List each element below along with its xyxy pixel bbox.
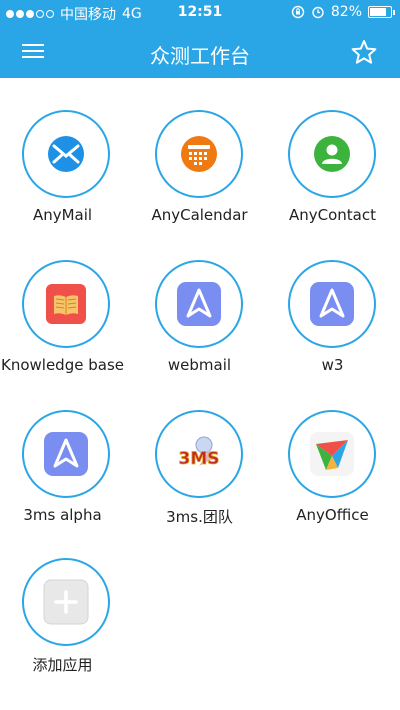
3ms-alpha-arrow-icon (44, 432, 88, 476)
anycontact-icon (314, 136, 350, 172)
app-label: AnyOffice (296, 506, 369, 524)
anymail-icon (48, 136, 84, 172)
app-tile-3ms-team[interactable]: 3MS 3ms.团队 (133, 410, 266, 550)
3ms-team-logo-icon: 3MS (178, 436, 220, 469)
app-label: AnyContact (288, 206, 376, 224)
app-icon-button[interactable] (155, 110, 243, 198)
page-title: 众测工作台 (150, 44, 250, 68)
webmail-arrow-icon (177, 282, 221, 326)
status-bar: 中国移动 4G 12:51 82% (0, 0, 400, 26)
app-tile-anyoffice[interactable]: AnyOffice (266, 410, 399, 550)
add-app-plus-icon (43, 579, 89, 625)
nav-bar: 众测工作台 (0, 28, 400, 78)
battery-icon (368, 6, 395, 18)
add-app-button[interactable] (22, 558, 110, 646)
status-right: 82% (291, 4, 395, 20)
knowledge-base-book-icon (46, 284, 86, 324)
app-tile-w3[interactable]: w3 (266, 260, 399, 400)
anyoffice-logo-icon (310, 432, 354, 476)
app-label: 添加应用 (32, 656, 93, 674)
app-label: Knowledge base (1, 356, 124, 374)
app-tile-3ms-alpha[interactable]: 3ms alpha (0, 410, 133, 550)
app-label: AnyCalendar (151, 206, 248, 224)
app-label: 3ms alpha (23, 506, 102, 524)
app-icon-button[interactable] (288, 410, 376, 498)
app-tile-webmail[interactable]: webmail (133, 260, 266, 400)
app-icon-button[interactable] (22, 410, 110, 498)
app-tile-add-app[interactable]: 添加应用 (0, 558, 133, 698)
app-label: webmail (167, 356, 232, 374)
alarm-clock-icon (312, 6, 324, 19)
app-header: 中国移动 4G 12:51 82% 众测工作台 (0, 0, 400, 78)
orientation-lock-icon (291, 5, 305, 19)
app-tile-anymail[interactable]: AnyMail (0, 110, 133, 250)
app-tile-knowledge-base[interactable]: Knowledge base (0, 260, 133, 400)
app-label: 3ms.团队 (166, 508, 233, 526)
app-icon-button[interactable]: 3MS (155, 410, 243, 498)
app-tile-anycontact[interactable]: AnyContact (266, 110, 399, 250)
app-tile-anycalendar[interactable]: AnyCalendar (133, 110, 266, 250)
anycalendar-icon (181, 136, 217, 172)
favorite-button[interactable] (350, 38, 378, 66)
app-label: w3 (321, 356, 344, 374)
app-icon-button[interactable] (288, 260, 376, 348)
star-outline-icon (351, 40, 377, 64)
app-icon-button[interactable] (22, 110, 110, 198)
app-icon-button[interactable] (288, 110, 376, 198)
app-icon-button[interactable] (155, 260, 243, 348)
app-label: AnyMail (32, 206, 93, 224)
battery-percentage: 82% (330, 4, 362, 20)
3ms-logo-text: 3MS (179, 449, 220, 469)
w3-arrow-icon (310, 282, 354, 326)
app-icon-button[interactable] (22, 260, 110, 348)
